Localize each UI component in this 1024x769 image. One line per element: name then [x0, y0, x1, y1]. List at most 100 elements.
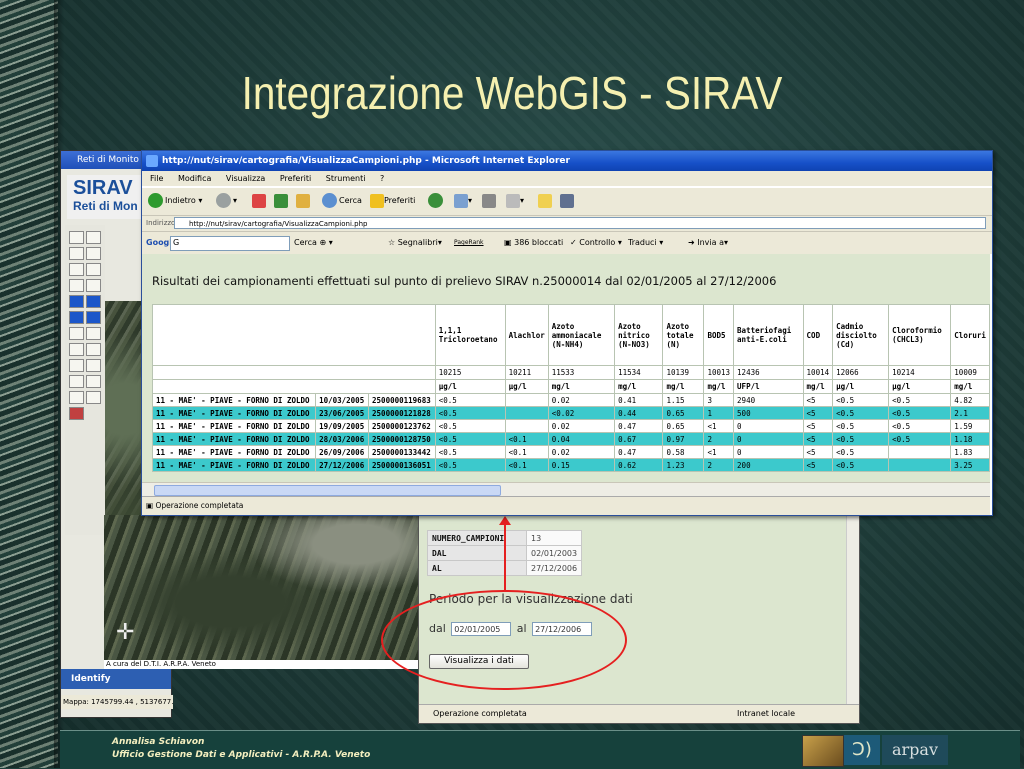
stop-button[interactable]: [252, 192, 266, 210]
vertical-scrollbar[interactable]: [846, 506, 859, 704]
decorative-strip: [0, 0, 64, 768]
address-bar: Indirizzo http://nut/sirav/cartografia/V…: [142, 215, 992, 231]
grid-icon[interactable]: [86, 359, 101, 372]
query-icon[interactable]: [86, 375, 101, 388]
value-cell: <0.5: [888, 419, 952, 433]
sirav-subtitle: Reti di Mon: [73, 199, 138, 213]
home-icon: [296, 193, 310, 208]
site-cell: 11 - MAE' - PIAVE - FORNO DI ZOLDO: [151, 393, 317, 407]
value-cell: 0.41: [614, 393, 664, 407]
layers-tool-icon[interactable]: [69, 231, 84, 244]
value-cell: 2: [703, 458, 735, 472]
value-cell: <0.5: [434, 393, 506, 407]
value-cell: <0.02: [547, 406, 616, 420]
menu-tools[interactable]: Strumenti: [326, 174, 366, 183]
search-button[interactable]: Cerca: [322, 192, 362, 210]
messenger-button[interactable]: [560, 192, 574, 210]
forward-icon: [216, 193, 231, 208]
menu-file[interactable]: File: [150, 174, 163, 183]
parameter-code: 12436: [733, 365, 804, 380]
value-cell: [888, 458, 952, 472]
status-text: Operazione completata: [155, 501, 244, 510]
bookmarks-button[interactable]: ☆ Segnalibri▾: [388, 232, 442, 254]
zoom-in-icon[interactable]: [69, 247, 84, 260]
value-cell: 2940: [733, 393, 804, 407]
google-search-button[interactable]: Cerca ⊕ ▾: [294, 232, 333, 254]
value-cell: <5: [802, 432, 834, 446]
google-search-label: Cerca: [294, 238, 317, 247]
spellcheck-button[interactable]: ✓ Controllo ▾: [570, 232, 622, 254]
refresh-button[interactable]: [274, 192, 288, 210]
favorites-label: Preferiti: [384, 196, 416, 205]
select-icon[interactable]: [69, 375, 84, 388]
zoom-out-icon[interactable]: [86, 247, 101, 260]
scrollbar-thumb[interactable]: [154, 485, 501, 496]
arrow-up-icon[interactable]: [69, 295, 84, 308]
back-arrow-icon[interactable]: [69, 279, 84, 292]
browser-titlebar[interactable]: http://nut/sirav/cartografia/VisualizzaC…: [142, 151, 992, 171]
back-button[interactable]: Indietro ▾: [148, 192, 202, 210]
arrow-left-icon[interactable]: [69, 311, 84, 324]
mail-button[interactable]: ▾: [454, 192, 472, 210]
value-cell: 0.47: [614, 419, 664, 433]
table-row: 11 - MAE' - PIAVE - FORNO DI ZOLDO 28/03/…: [151, 432, 990, 446]
forward-button[interactable]: ▾: [216, 192, 237, 210]
table-row: 11 - MAE' - PIAVE - FORNO DI ZOLDO 23/06/…: [151, 406, 990, 420]
value-cell: <0.5: [888, 432, 952, 446]
map-tool-panel: [65, 225, 105, 535]
menu-view[interactable]: Visualizza: [226, 174, 265, 183]
status-icon: ▣: [146, 501, 154, 510]
value-cell: <5: [802, 406, 834, 420]
menu-favorites[interactable]: Preferiti: [280, 174, 311, 183]
arrow-down-icon[interactable]: [86, 295, 101, 308]
parameter-header: Alachlor: [504, 304, 549, 366]
aerial-map-view[interactable]: [104, 515, 419, 660]
erase-icon[interactable]: [69, 391, 84, 404]
table-icon[interactable]: [69, 359, 84, 372]
date-cell: 26/09/2006: [315, 445, 370, 459]
help-icon[interactable]: [86, 327, 101, 340]
horizontal-scrollbar[interactable]: [142, 482, 990, 496]
google-search-input[interactable]: G: [170, 236, 290, 251]
value-cell: <0.5: [434, 432, 506, 446]
code-row: 10215 10211 11533 11534 10139 10013 12436 10014…: [152, 365, 990, 380]
arrow-right-icon[interactable]: [86, 311, 101, 324]
summary-value: 02/01/2003: [525, 545, 583, 561]
print-button[interactable]: [482, 192, 496, 210]
back-label: Indietro: [165, 196, 196, 205]
value-cell: 0.65: [662, 419, 705, 433]
parameter-header: COD: [802, 304, 834, 366]
address-input[interactable]: http://nut/sirav/cartografia/VisualizzaC…: [174, 217, 986, 229]
zoom-box-icon[interactable]: [69, 263, 84, 276]
value-cell: 1: [703, 406, 735, 420]
parameter-code: 10214: [888, 365, 952, 380]
menu-edit[interactable]: Modifica: [178, 174, 211, 183]
send-button[interactable]: ➜ Invia a▾: [688, 232, 728, 254]
pagerank-indicator[interactable]: PageRank: [454, 232, 484, 254]
zoom-full-icon[interactable]: [86, 263, 101, 276]
clear-icon[interactable]: [69, 407, 84, 420]
find-icon[interactable]: [69, 343, 84, 356]
history-button[interactable]: [428, 192, 445, 210]
identify-bar: Identify: [61, 669, 171, 689]
messenger-icon: [560, 193, 574, 208]
popup-blocker[interactable]: ▣ 386 bloccati: [504, 232, 563, 254]
info-icon[interactable]: [69, 327, 84, 340]
home-button[interactable]: [296, 192, 310, 210]
print-icon[interactable]: [86, 391, 101, 404]
measure-icon[interactable]: [86, 343, 101, 356]
back-icon: [148, 193, 163, 208]
favorites-button[interactable]: Preferiti: [370, 192, 415, 210]
google-toolbar: Google G Cerca ⊕ ▾ ☆ Segnalibri▾ PageRan…: [142, 231, 992, 254]
parameter-code: 11534: [614, 365, 664, 380]
menu-help[interactable]: ?: [380, 174, 384, 183]
parameter-unit: µg/l: [504, 379, 549, 394]
value-cell: <0.5: [832, 458, 890, 472]
translate-button[interactable]: Traduci ▾: [628, 232, 663, 254]
value-cell: 0.62: [614, 458, 664, 472]
pan-hand-icon[interactable]: [86, 279, 101, 292]
folder-button[interactable]: [538, 192, 552, 210]
edit-button[interactable]: ▾: [506, 192, 524, 210]
value-cell: [504, 419, 549, 433]
legend-tool-icon[interactable]: [86, 231, 101, 244]
